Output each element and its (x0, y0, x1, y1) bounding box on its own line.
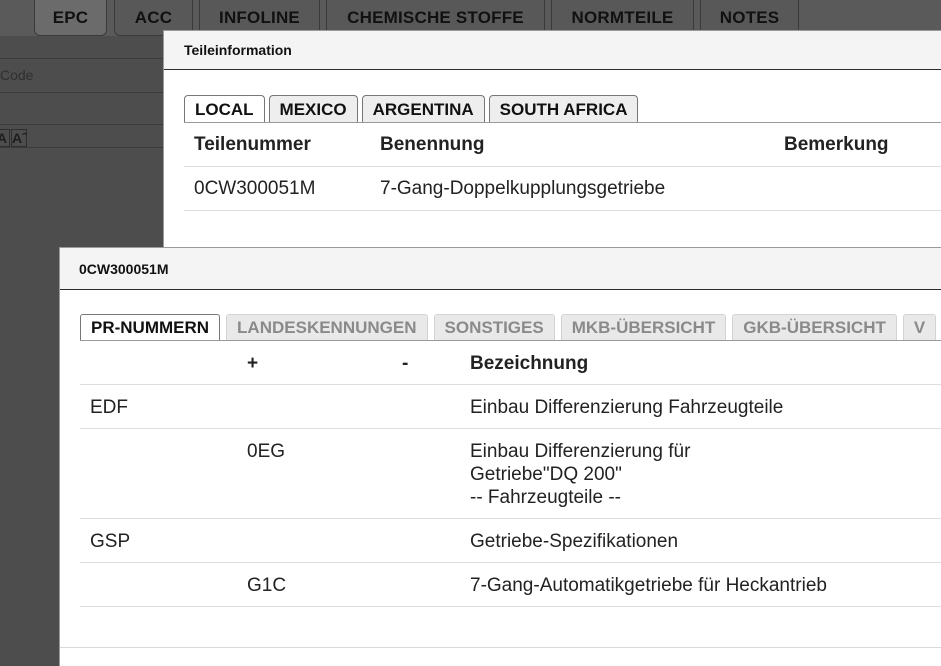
font-increase-button[interactable]: Aˆ (11, 129, 27, 147)
column-header-part-number: Teilenummer (194, 134, 311, 155)
part-number-cell: 0CW300051M (194, 178, 316, 199)
table-header: + - Bezeichnung (80, 341, 941, 385)
nav-tab-epc[interactable]: EPC (34, 0, 107, 36)
table-row[interactable]: 0EG Einbau Differenzierung für Getriebe"… (80, 429, 941, 519)
dialog-title: 0CW300051M (60, 248, 941, 290)
part-name-cell: 7-Gang-Doppelkupplungsgetriebe (380, 178, 666, 199)
pr-description-cell: Getriebe-Spezifikationen (470, 531, 679, 552)
tab-mkb-uebersicht[interactable]: MKB-ÜBERSICHT (560, 314, 727, 341)
table-row[interactable]: 0CW300051M 7-Gang-Doppelkupplungsgetrieb… (184, 167, 941, 211)
divider (0, 147, 175, 148)
column-header-description: Bezeichnung (470, 353, 589, 374)
divider (0, 58, 175, 59)
font-decrease-button[interactable]: A (0, 129, 10, 147)
part-detail-dialog: 0CW300051M PR-NUMMERN LANDESKENNUNGEN SO… (59, 247, 941, 666)
tab-south-africa[interactable]: SOUTH AFRICA (488, 95, 639, 123)
pr-plus-cell: 0EG (247, 441, 286, 462)
divider (0, 92, 175, 93)
tab-overflow[interactable]: V (902, 314, 937, 341)
column-header-name: Benennung (380, 134, 485, 155)
column-header-remark: Bemerkung (784, 134, 889, 155)
tab-landeskennungen[interactable]: LANDESKENNUNGEN (226, 314, 428, 341)
table-row[interactable]: EDF Einbau Differenzierung Fahrzeugteile (80, 385, 941, 429)
tab-local[interactable]: LOCAL (184, 95, 265, 123)
dialog-footer-divider (60, 647, 941, 648)
column-header-minus: - (402, 353, 409, 374)
table-header: Teilenummer Benennung Bemerkung (184, 123, 941, 167)
column-header-plus: + (247, 353, 259, 374)
pr-numbers-table: + - Bezeichnung EDF Einbau Differenzieru… (80, 341, 941, 607)
tab-argentina[interactable]: ARGENTINA (361, 95, 485, 123)
tab-gkb-uebersicht[interactable]: GKB-ÜBERSICHT (732, 314, 897, 341)
tab-sonstiges[interactable]: SONSTIGES (433, 314, 555, 341)
dialog-title: Teileinformation (164, 31, 941, 70)
pr-plus-cell: G1C (247, 575, 287, 596)
pr-code-cell: GSP (90, 531, 131, 552)
divider (0, 124, 175, 125)
detail-tabs: PR-NUMMERN LANDESKENNUNGEN SONSTIGES MKB… (80, 314, 937, 341)
parts-table: Teilenummer Benennung Bemerkung 0CW30005… (184, 123, 941, 211)
market-tabs: LOCAL MEXICO ARGENTINA SOUTH AFRICA (184, 95, 639, 123)
pr-description-cell: Einbau Differenzierung für Getriebe"DQ 2… (470, 441, 691, 508)
pr-code-cell: EDF (90, 397, 128, 418)
code-input-placeholder[interactable]: Code (0, 67, 33, 83)
tab-mexico[interactable]: MEXICO (268, 95, 358, 123)
table-row[interactable]: G1C 7-Gang-Automatikgetriebe für Heckant… (80, 563, 941, 607)
tab-pr-nummern[interactable]: PR-NUMMERN (80, 314, 221, 341)
table-row[interactable]: GSP Getriebe-Spezifikationen (80, 519, 941, 563)
pr-description-cell: Einbau Differenzierung Fahrzeugteile (470, 397, 784, 418)
pr-description-cell: 7-Gang-Automatikgetriebe für Heckantrieb (470, 575, 827, 596)
